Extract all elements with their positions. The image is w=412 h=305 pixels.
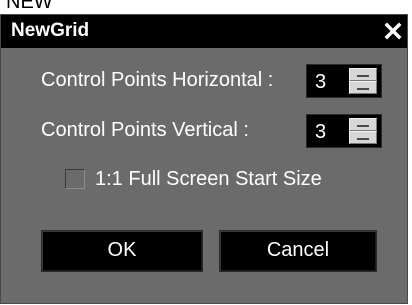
dialog-title: NewGrid bbox=[11, 20, 90, 41]
ok-button[interactable]: OK bbox=[41, 230, 203, 272]
vertical-points-spinner[interactable]: 3 bbox=[306, 114, 382, 148]
arrow-down-icon bbox=[357, 138, 369, 140]
arrow-down-icon bbox=[357, 88, 369, 90]
horizontal-points-spinner[interactable]: 3 bbox=[306, 64, 382, 98]
vertical-spin-buttons bbox=[349, 118, 377, 144]
screen: NEW NewGrid Control Points Horizontal : … bbox=[0, 0, 412, 305]
close-icon[interactable] bbox=[383, 21, 403, 41]
vertical-spin-up-button[interactable] bbox=[349, 118, 377, 131]
vertical-points-label: Control Points Vertical : bbox=[41, 119, 249, 141]
cancel-button[interactable]: Cancel bbox=[219, 230, 377, 272]
vertical-points-value[interactable]: 3 bbox=[315, 120, 326, 144]
newgrid-dialog: NewGrid Control Points Horizontal : 3 Co… bbox=[0, 14, 408, 304]
horizontal-points-label: Control Points Horizontal : bbox=[41, 69, 274, 91]
checkbox-box[interactable] bbox=[65, 169, 85, 189]
dialog-titlebar[interactable]: NewGrid bbox=[1, 15, 407, 48]
full-screen-start-size-label: 1:1 Full Screen Start Size bbox=[95, 168, 322, 190]
horizontal-spin-buttons bbox=[349, 68, 377, 94]
horizontal-points-value[interactable]: 3 bbox=[315, 70, 326, 94]
background-caption: NEW bbox=[6, 0, 53, 13]
vertical-spin-down-button[interactable] bbox=[349, 131, 377, 144]
horizontal-spin-up-button[interactable] bbox=[349, 68, 377, 81]
horizontal-spin-down-button[interactable] bbox=[349, 81, 377, 94]
